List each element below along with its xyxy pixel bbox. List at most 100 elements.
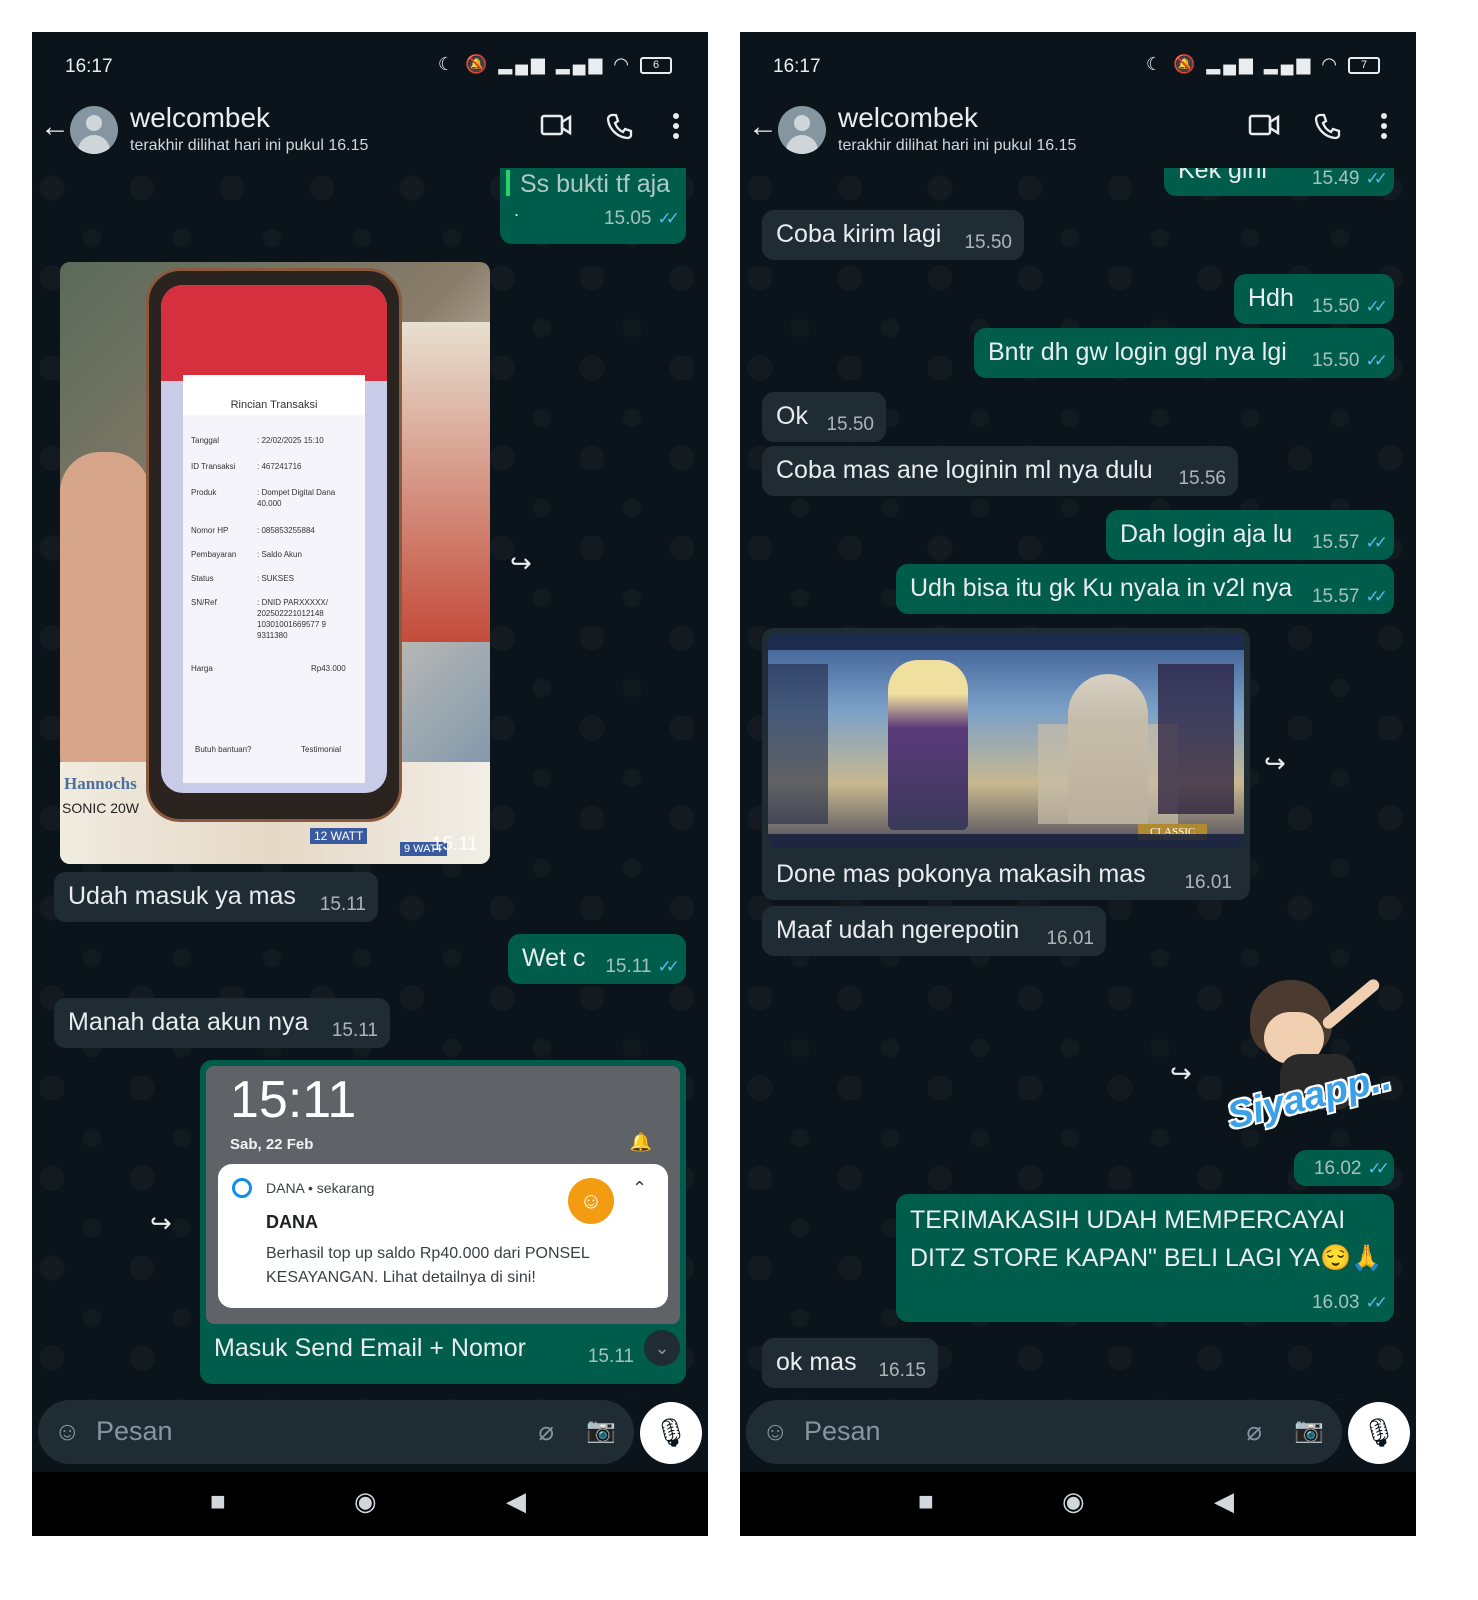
message-incoming[interactable]: Udah masuk ya mas 15.11 xyxy=(54,872,378,922)
double-check-icon: ✓✓ xyxy=(657,957,680,976)
photo-message[interactable]: Hannochs SONIC 20W 12 WATT 9 WATT Rincia… xyxy=(60,262,490,864)
camera-icon[interactable]: 📷 xyxy=(586,1416,616,1445)
contact-name[interactable]: welcombek xyxy=(838,102,978,134)
receipt-rows: Tanggal: 22/02/2025 15:10 ID Transaksi: … xyxy=(191,436,346,673)
message-incoming[interactable]: Manah data akun nya 15.11 xyxy=(54,998,390,1048)
arrow-left-icon[interactable]: ← xyxy=(748,110,778,144)
paperclip-icon[interactable]: ⌀ xyxy=(538,1416,554,1447)
message-outgoing[interactable]: Dah login aja lu 15.57 ✓✓ xyxy=(1106,510,1394,560)
message-incoming[interactable]: Coba kirim lagi 15.50 xyxy=(762,210,1024,260)
phone-call-icon[interactable] xyxy=(606,112,634,147)
message-text: Maaf udah ngerepotin xyxy=(776,916,1020,944)
video-call-icon[interactable] xyxy=(1248,112,1280,145)
forward-icon[interactable]: ↪ xyxy=(150,1208,172,1239)
message-time: 15.11 xyxy=(319,894,366,915)
message-text: Manah data akun nya xyxy=(68,1008,309,1036)
emoji-icon[interactable]: ☺ xyxy=(762,1416,789,1447)
scroll-down-icon[interactable]: ⌄ xyxy=(644,1330,680,1366)
avatar[interactable] xyxy=(70,106,118,154)
dana-notification-card[interactable]: DANA • sekarang DANA Berhasil top up sal… xyxy=(218,1164,668,1308)
message-incoming[interactable]: Coba mas ane loginin ml nya dulu 15.56 xyxy=(762,446,1238,496)
more-vert-icon[interactable] xyxy=(672,112,680,147)
message-outgoing[interactable]: Kek gini 15.49 ✓✓ xyxy=(1164,168,1394,196)
phone-call-icon[interactable] xyxy=(1314,112,1342,147)
image-caption: Done mas pokonya makasih mas xyxy=(776,860,1146,888)
arrow-left-icon[interactable]: ← xyxy=(40,110,70,144)
emoji-icon[interactable]: ☺ xyxy=(54,1416,81,1447)
home-icon[interactable]: ◉ xyxy=(354,1486,377,1517)
message-text: Udh bisa itu gk Ku nyala in v2l nya xyxy=(910,574,1293,602)
message-incoming[interactable]: ok mas 16.15 xyxy=(762,1338,938,1388)
chat-area[interactable]: Ss bukti tf aja . 15.05 ✓✓ Hannochs SONIC… xyxy=(32,168,708,1400)
message-outgoing[interactable]: Wet c 15.11 ✓✓ xyxy=(508,934,686,984)
message-time: 16.03 xyxy=(1311,1292,1360,1313)
message-time: 16.15 xyxy=(878,1360,926,1381)
message-outgoing[interactable]: TERIMAKASIH UDAH MEMPERCAYAI DITZ STORE … xyxy=(896,1194,1394,1322)
message-text: Coba mas ane loginin ml nya dulu xyxy=(776,456,1153,484)
forward-icon[interactable]: ↪ xyxy=(510,548,532,579)
chat-header: ← welcombek terakhir dilihat hari ini pu… xyxy=(32,100,708,168)
double-check-icon: ✓✓ xyxy=(1365,533,1388,552)
last-seen-status: terakhir dilihat hari ini pukul 16.15 xyxy=(838,137,1077,154)
mic-button[interactable]: 🎙 xyxy=(1348,1402,1410,1464)
message-time: 15.56 xyxy=(1178,468,1226,489)
receipt-testimonial: Testimonial xyxy=(301,745,342,754)
navigation-bar: ■ ◉ ◀ xyxy=(740,1472,1416,1536)
message-time: 15.49 xyxy=(1311,168,1360,189)
notification-app: DANA • sekarang xyxy=(266,1180,375,1196)
notification-settings-icon: 🔔 xyxy=(629,1132,652,1152)
back-nav-icon[interactable]: ◀ xyxy=(1214,1486,1234,1517)
message-outgoing[interactable]: Udh bisa itu gk Ku nyala in v2l nya 15.5… xyxy=(896,564,1394,614)
message-text: Wet c xyxy=(522,944,586,972)
account-avatar-icon: ☺ xyxy=(568,1178,614,1224)
message-outgoing[interactable]: Hdh 15.50 ✓✓ xyxy=(1234,274,1394,324)
camera-icon[interactable]: 📷 xyxy=(1294,1416,1324,1445)
message-text: Dah login aja lu xyxy=(1120,520,1293,548)
mic-button[interactable]: 🎙 xyxy=(640,1402,702,1464)
message-text: Bntr dh gw login ggl nya lgi xyxy=(988,338,1287,366)
home-icon[interactable]: ◉ xyxy=(1062,1486,1085,1517)
chat-area[interactable]: Kek gini 15.49 ✓✓ Coba kirim lagi 15.50 H… xyxy=(740,168,1416,1400)
notification-screenshot[interactable]: 15:11 Sab, 22 Feb 🔔 DANA • sekarang DANA… xyxy=(206,1066,680,1324)
message-time: 15.05 xyxy=(603,208,652,229)
message-input[interactable]: Pesan xyxy=(96,1416,173,1447)
battery-icon: 6 xyxy=(640,56,672,74)
lock-date: Sab, 22 Feb xyxy=(230,1136,314,1153)
message-time: 15.50 xyxy=(826,414,874,435)
back-nav-icon[interactable]: ◀ xyxy=(506,1486,526,1517)
chevron-up-icon[interactable]: ⌃ xyxy=(632,1178,647,1199)
paperclip-icon[interactable]: ⌀ xyxy=(1246,1416,1262,1447)
sticker-message[interactable]: Siyaapp.. xyxy=(1220,972,1396,1148)
video-call-icon[interactable] xyxy=(540,112,572,145)
game-screenshot[interactable]: CLASSIC xyxy=(768,634,1244,848)
left-phone-screen: 16:17 ☾ 🔕 ▂▄▆ ▂▄▆ ◠ 6 ← welcombek terakh… xyxy=(32,32,708,1536)
contact-name[interactable]: welcombek xyxy=(130,102,270,134)
forward-icon[interactable]: ↪ xyxy=(1264,748,1286,779)
more-vert-icon[interactable] xyxy=(1380,112,1388,147)
message-incoming[interactable]: Maaf udah ngerepotin 16.01 xyxy=(762,906,1106,956)
message-outgoing[interactable]: Bntr dh gw login ggl nya lgi 15.50 ✓✓ xyxy=(974,328,1394,378)
image-message-incoming[interactable]: CLASSIC Done mas pokonya makasih mas 16.… xyxy=(762,628,1250,900)
forward-icon[interactable]: ↪ xyxy=(1170,1058,1192,1089)
double-check-icon: ✓✓ xyxy=(657,209,680,228)
avatar[interactable] xyxy=(778,106,826,154)
message-time: 15.50 xyxy=(1311,296,1360,317)
handheld-phone: Rincian Transaksi Tanggal: 22/02/2025 15… xyxy=(146,268,402,822)
status-icons: ☾ 🔕 ▂▄▆ ▂▄▆ ◠ 7 xyxy=(1146,54,1380,75)
message-incoming[interactable]: Ok 15.50 xyxy=(762,392,886,442)
message-composer[interactable]: ☺ Pesan ⌀ 📷 xyxy=(38,1400,634,1464)
message-input[interactable]: Pesan xyxy=(804,1416,881,1447)
message-text: Coba kirim lagi xyxy=(776,220,942,248)
message-time: 16.01 xyxy=(1046,928,1094,949)
double-check-icon: ✓✓ xyxy=(1365,587,1388,606)
message-outgoing[interactable]: Ss bukti tf aja . 15.05 ✓✓ xyxy=(500,168,686,244)
message-text: Udah masuk ya mas xyxy=(68,882,296,910)
recents-icon[interactable]: ■ xyxy=(918,1486,934,1517)
status-icons: ☾ 🔕 ▂▄▆ ▂▄▆ ◠ 6 xyxy=(438,54,672,75)
box-label: SONIC 20W xyxy=(62,800,140,816)
status-time: 16:17 xyxy=(773,56,821,77)
message-composer[interactable]: ☺ Pesan ⌀ 📷 xyxy=(746,1400,1342,1464)
recents-icon[interactable]: ■ xyxy=(210,1486,226,1517)
image-message-outgoing[interactable]: 15:11 Sab, 22 Feb 🔔 DANA • sekarang DANA… xyxy=(200,1060,686,1384)
status-bar: 16:17 ☾ 🔕 ▂▄▆ ▂▄▆ ◠ 7 xyxy=(740,32,1416,100)
